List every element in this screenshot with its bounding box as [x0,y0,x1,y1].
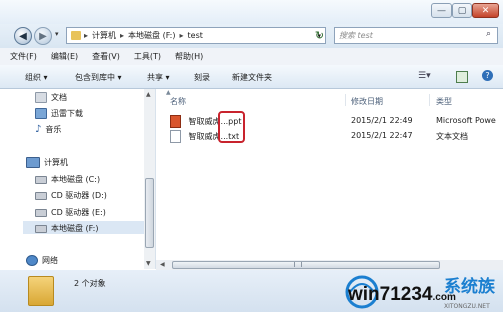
documents-icon [35,92,47,103]
nav-label: 网络 [42,256,58,265]
new-folder-button[interactable]: 新建文件夹 [232,72,272,83]
breadcrumb-separator-icon: ▸ [179,31,184,40]
nav-label: 迅雷下载 [51,109,83,118]
title-bar [0,0,503,24]
drive-icon [35,224,47,233]
menu-bar: 文件(F) 编辑(E) 查看(V) 工具(T) 帮助(H) [0,48,503,65]
file-type: 文本文档 [436,132,468,141]
burn-button[interactable]: 刻录 [194,72,210,83]
view-options-icon[interactable]: ☰▾ [418,71,431,81]
nav-label: 本地磁盘 (C:) [51,175,101,184]
nav-label: CD 驱动器 (E:) [51,208,106,217]
file-modified: 2015/2/1 22:47 [351,131,413,140]
back-button[interactable]: ◀ [14,27,32,45]
nav-label: CD 驱动器 (D:) [51,191,107,200]
nav-label: 本地磁盘 (F:) [51,224,99,233]
item-count: 2 个对象 [74,279,106,288]
menu-view[interactable]: 查看(V) [92,51,120,62]
nav-item-drive-f[interactable]: 本地磁盘 (F:) [35,223,98,234]
column-header-type[interactable]: 类型 [436,96,452,107]
extension-highlight-box [218,111,245,143]
minimize-button[interactable]: — [431,3,452,18]
music-icon: ♪ [35,124,42,135]
nav-item-computer[interactable]: 计算机 [26,157,68,168]
scrollbar-grip-icon [294,262,302,267]
network-icon [26,255,38,266]
recent-pages-dropdown-icon[interactable]: ▾ [55,30,59,38]
nav-item-drive-c[interactable]: 本地磁盘 (C:) [35,174,100,185]
folder-large-icon [28,276,54,306]
cd-drive-icon [35,208,47,217]
back-arrow-icon: ◀ [19,30,27,42]
nav-label: 文档 [51,93,67,102]
refresh-icon[interactable]: ↻ [311,28,328,43]
breadcrumb-separator-icon: ▸ [84,31,89,40]
watermark-text: win71234.com [348,284,456,306]
address-bar[interactable]: ▸ 计算机 ▸ 本地磁盘 (F:) ▸ test ▾ [66,27,326,44]
breadcrumb-test[interactable]: test [188,31,203,40]
file-type: Microsoft Powe [436,116,496,125]
text-file-icon [170,130,181,143]
watermark: win71234.com 系统族 XITONGZU.NET [328,270,503,312]
nav-label: 音乐 [45,125,62,134]
share-button[interactable]: 共享 ▾ [147,72,170,83]
watermark-brand: 系统族 [444,277,495,297]
watermark-number: 1234 [390,284,433,305]
nav-item-documents[interactable]: 文档 [35,92,67,103]
forward-arrow-icon: ▶ [39,30,47,42]
organize-button[interactable]: 组织 ▾ [25,72,48,83]
sort-indicator-icon: ▲ [166,89,171,96]
breadcrumb-separator-icon: ▸ [120,31,125,40]
powerpoint-file-icon [170,115,181,128]
column-divider [429,94,430,106]
downloads-folder-icon [35,108,47,119]
menu-edit[interactable]: 编辑(E) [51,51,78,62]
maximize-button[interactable]: ▢ [452,3,472,18]
horizontal-scrollbar-thumb[interactable] [172,261,440,269]
column-header-name[interactable]: 名称 [170,96,186,107]
scroll-down-icon[interactable]: ▼ [146,260,151,267]
computer-icon [26,157,40,168]
scrollbar-thumb[interactable] [145,178,154,248]
include-in-library-button[interactable]: 包含到库中 ▾ [75,72,122,83]
column-divider [345,94,346,106]
nav-item-thunder-downloads[interactable]: 迅雷下载 [35,108,83,119]
menu-file[interactable]: 文件(F) [10,51,37,62]
column-header-modified[interactable]: 修改日期 [351,96,383,107]
menu-tools[interactable]: 工具(T) [134,51,161,62]
file-modified: 2015/2/1 22:49 [351,116,413,125]
watermark-sub: XITONGZU.NET [444,303,490,310]
cd-drive-icon [35,191,47,200]
nav-label: 计算机 [44,158,68,167]
breadcrumb-drive-f[interactable]: 本地磁盘 (F:) [128,30,175,41]
search-input[interactable]: 搜索 test [334,27,498,44]
forward-button[interactable]: ▶ [34,27,52,45]
nav-item-music[interactable]: ♪ 音乐 [35,124,61,135]
search-icon[interactable]: ⌕ [486,29,491,39]
folder-icon [71,31,81,40]
breadcrumb-computer[interactable]: 计算机 [92,30,116,41]
watermark-win7: win7 [348,284,391,305]
scroll-left-icon[interactable]: ◀ [160,261,165,268]
menu-help[interactable]: 帮助(H) [175,51,203,62]
scroll-up-icon[interactable]: ▲ [146,91,151,98]
drive-icon [35,175,47,184]
nav-item-drive-e[interactable]: CD 驱动器 (E:) [35,207,106,218]
preview-pane-icon[interactable] [456,71,468,83]
help-icon[interactable]: ? [482,70,493,81]
close-button[interactable]: ✕ [472,3,499,18]
nav-item-drive-d[interactable]: CD 驱动器 (D:) [35,190,107,201]
nav-item-network[interactable]: 网络 [26,255,58,266]
